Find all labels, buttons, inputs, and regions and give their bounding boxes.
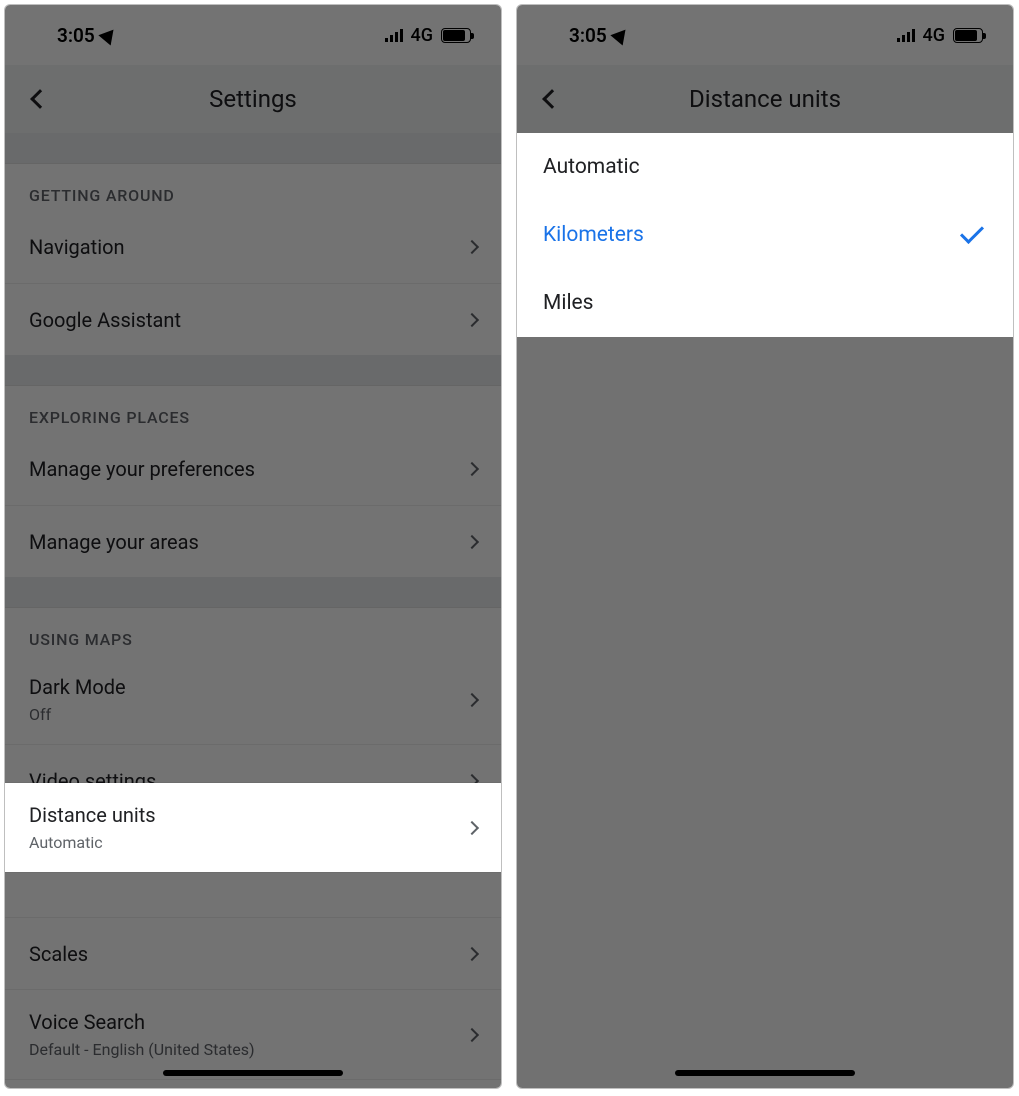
chevron-right-icon	[465, 240, 479, 254]
nav-header-distance-units: Distance units	[517, 65, 1013, 133]
row-label: Navigation	[29, 235, 125, 259]
options-panel: Automatic Kilometers Miles	[517, 133, 1013, 337]
network-label: 4G	[923, 25, 946, 46]
row-navigation[interactable]: Navigation	[5, 211, 501, 283]
option-kilometers[interactable]: Kilometers	[517, 201, 1013, 269]
row-dark-mode[interactable]: Dark Mode Off	[5, 655, 501, 744]
location-arrow-icon	[610, 24, 631, 45]
home-indicator[interactable]	[163, 1070, 343, 1076]
chevron-right-icon	[465, 534, 479, 548]
row-label: Scales	[29, 942, 88, 966]
option-label: Miles	[543, 291, 594, 315]
row-sublabel: Automatic	[29, 833, 156, 852]
chevron-left-icon	[30, 89, 50, 109]
status-time: 3:05	[57, 24, 95, 47]
phone-settings: 3:05 4G Settings GETTING AROUND Navigati…	[4, 4, 502, 1089]
option-label: Kilometers	[543, 223, 644, 247]
chevron-left-icon	[542, 89, 562, 109]
nav-header-settings: Settings	[5, 65, 501, 133]
check-icon	[960, 220, 984, 244]
battery-icon	[441, 28, 471, 43]
option-miles[interactable]: Miles	[517, 269, 1013, 337]
page-title: Settings	[209, 85, 297, 113]
row-manage-areas[interactable]: Manage your areas	[5, 505, 501, 577]
section-header-exploring-places: EXPLORING PLACES	[5, 385, 501, 433]
battery-icon	[953, 28, 983, 43]
option-automatic[interactable]: Automatic	[517, 133, 1013, 201]
empty-area	[517, 337, 1013, 1088]
row-label: Distance units	[29, 803, 156, 827]
status-bar: 3:05 4G	[5, 5, 501, 65]
home-indicator[interactable]	[675, 1070, 855, 1076]
row-scales[interactable]: Scales	[5, 917, 501, 989]
status-time: 3:05	[569, 24, 607, 47]
row-location-sharing[interactable]: Location sharing	[5, 1079, 501, 1089]
chevron-right-icon	[465, 820, 479, 834]
signal-icon	[385, 28, 403, 42]
row-sublabel: Off	[29, 705, 126, 724]
row-manage-preferences[interactable]: Manage your preferences	[5, 433, 501, 505]
row-label: Google Assistant	[29, 308, 181, 332]
signal-icon	[897, 28, 915, 42]
section-header-using-maps: USING MAPS	[5, 607, 501, 655]
phone-distance-units: 3:05 4G Distance units Automatic Kilo	[516, 4, 1014, 1089]
row-label: Voice Search	[29, 1010, 255, 1034]
network-label: 4G	[411, 25, 434, 46]
chevron-right-icon	[465, 462, 479, 476]
status-bar: 3:05 4G	[517, 5, 1013, 65]
back-button[interactable]	[537, 84, 567, 114]
back-button[interactable]	[25, 84, 55, 114]
row-distance-units[interactable]: Distance units Automatic	[5, 783, 501, 872]
location-arrow-icon	[98, 24, 119, 45]
chevron-right-icon	[465, 312, 479, 326]
option-label: Automatic	[543, 155, 640, 179]
row-sublabel: Default - English (United States)	[29, 1040, 255, 1059]
row-label: Manage your preferences	[29, 457, 255, 481]
section-header-getting-around: GETTING AROUND	[5, 163, 501, 211]
row-label: Dark Mode	[29, 675, 126, 699]
chevron-right-icon	[465, 946, 479, 960]
row-voice-search[interactable]: Voice Search Default - English (United S…	[5, 989, 501, 1079]
chevron-right-icon	[465, 692, 479, 706]
page-title: Distance units	[689, 85, 841, 113]
row-label: Manage your areas	[29, 530, 199, 554]
chevron-right-icon	[465, 1027, 479, 1041]
row-google-assistant[interactable]: Google Assistant	[5, 283, 501, 355]
